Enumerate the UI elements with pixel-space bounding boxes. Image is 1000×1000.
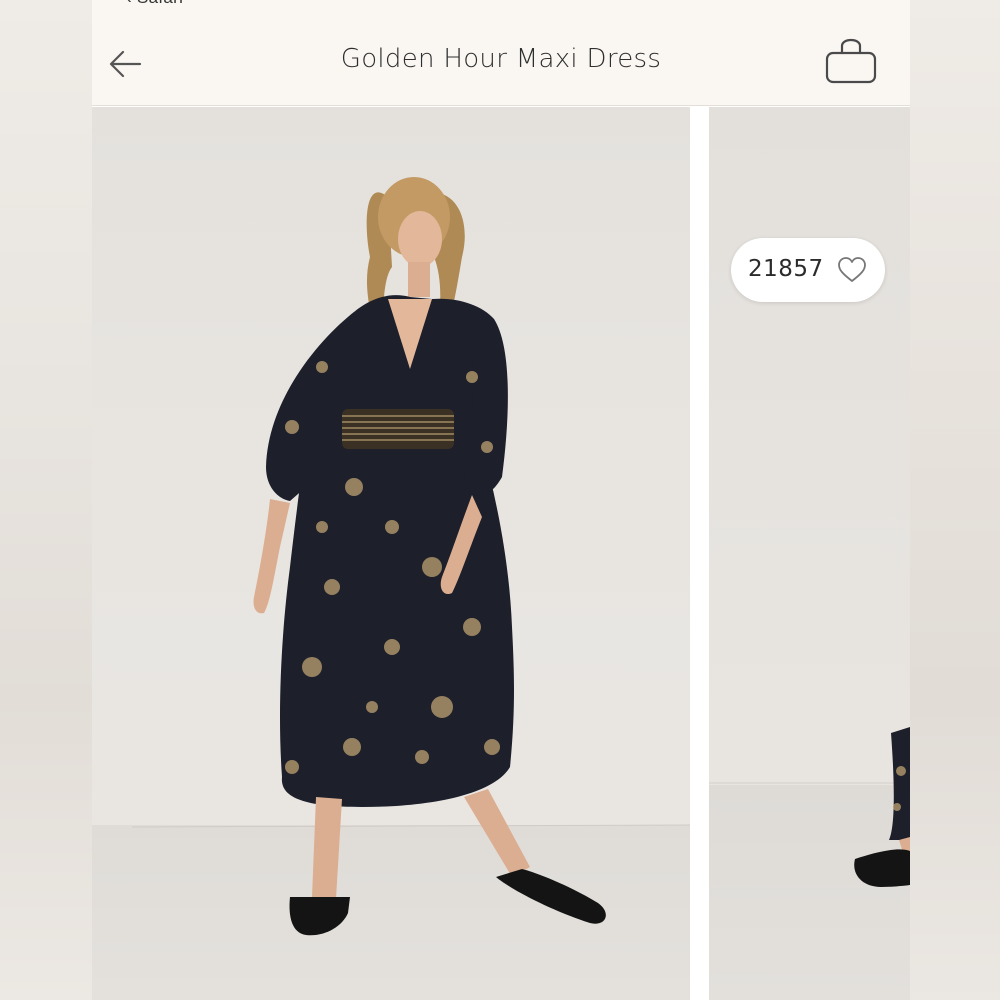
- blurred-background-right: [910, 0, 1000, 1000]
- model-illustration: [131, 177, 690, 936]
- top-nav-bar: ‹ Safari Golden Hour Maxi Dress: [92, 0, 910, 106]
- shopping-bag-icon: [825, 38, 877, 84]
- heart-outline-icon: [838, 257, 866, 282]
- shopping-bag-button[interactable]: [824, 33, 878, 87]
- status-bar-text[interactable]: ‹ Safari: [126, 0, 183, 8]
- page-title: Golden Hour Maxi Dress: [340, 44, 662, 74]
- product-photo-main[interactable]: [92, 107, 690, 1000]
- blurred-background-left: [0, 0, 92, 1000]
- like-button[interactable]: 21857: [731, 238, 885, 302]
- app-window: ‹ Safari Golden Hour Maxi Dress: [92, 0, 910, 1000]
- product-image-gallery[interactable]: 21857: [92, 107, 910, 1000]
- like-count: 21857: [748, 256, 824, 282]
